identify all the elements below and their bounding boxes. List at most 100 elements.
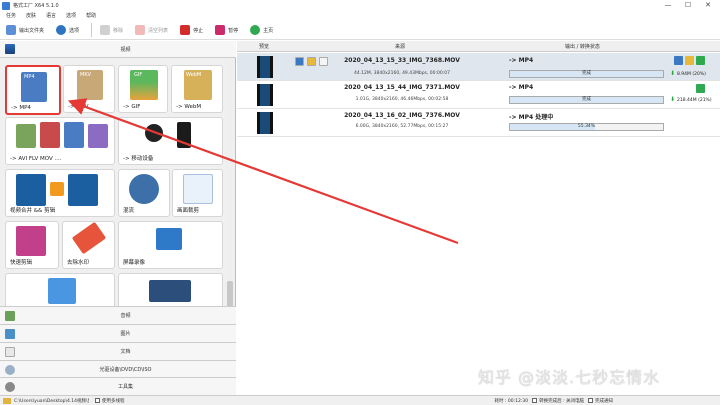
output-column-header: 输出 / 转换状态 (565, 44, 600, 50)
video-thumbnail-icon (257, 84, 273, 106)
to-mkv-tile[interactable]: MKV -> MKV (63, 65, 115, 113)
output-path: C:\Users\yuan\Desktop\4.14视频\剪辑 (14, 398, 89, 404)
shutdown-checkbox[interactable] (532, 398, 538, 403)
mobile-device-icon (145, 124, 163, 142)
toolbox-category-label: 工具集 (117, 384, 133, 390)
disc-category-label: 光驱设备\DVD\CD\ISO (99, 367, 152, 373)
disc-category[interactable]: 光驱设备\DVD\CD\ISO (0, 360, 236, 378)
progress-status: 完成 (582, 97, 591, 102)
audio-category[interactable]: 音频 (0, 306, 236, 324)
film-globe-icon (149, 280, 191, 302)
gear-icon (56, 25, 67, 35)
screen-record-label: 屏幕录像 (123, 260, 146, 266)
options-label: 选项 (69, 27, 80, 34)
home-button[interactable]: 主页 (250, 25, 273, 35)
video-category-label: 视频 (120, 46, 131, 53)
maximize-button[interactable]: ☐ (678, 0, 698, 11)
avi-file-icon (16, 124, 36, 148)
minimize-button[interactable]: — (658, 0, 678, 11)
to-gif-tile[interactable]: GIF -> GIF (118, 65, 168, 113)
menu-bar: 任务 皮肤 语言 选项 帮助 (0, 11, 720, 20)
to-mp4-tile[interactable]: MP4 -> MP4 (5, 65, 61, 115)
webm-badge: WebM (186, 72, 202, 78)
clear-list-icon (135, 25, 146, 35)
source-meta: 44.12M, 3840x2160, 49.43Mbps, 00:00:07 (354, 71, 450, 76)
menu-options[interactable]: 选项 (66, 12, 76, 19)
preview-column-header: 预览 (259, 44, 270, 50)
source-column-header: 来源 (395, 44, 406, 50)
play-icon[interactable] (696, 56, 705, 65)
function-scrollbar[interactable] (226, 61, 234, 346)
screen-record-tile[interactable]: 屏幕录像 (118, 221, 223, 269)
image-category[interactable]: 图片 (0, 324, 236, 342)
remove-button[interactable]: 移除 (100, 25, 123, 35)
folder-icon[interactable] (3, 397, 11, 404)
crop-scissors-icon (183, 174, 213, 204)
mux-tile[interactable]: 混流 (118, 169, 170, 217)
document-category[interactable]: 文档 (0, 342, 236, 360)
notify-checkbox[interactable] (587, 398, 593, 403)
to-avi-flv-mov-tile[interactable]: -> AVI FLV MOV .... (5, 117, 115, 165)
menu-skin[interactable]: 皮肤 (26, 12, 36, 19)
mp4-badge: MP4 (24, 74, 35, 80)
toolbar-divider (91, 23, 93, 37)
to-webm-label: -> WebM (176, 104, 202, 110)
clear-list-button[interactable]: 清空列表 (135, 25, 168, 35)
down-arrow-icon: ⬇ (670, 70, 676, 77)
menu-task[interactable]: 任务 (6, 12, 16, 19)
eraser-icon (71, 221, 107, 255)
crop-tile[interactable]: 画面裁剪 (172, 169, 223, 217)
gif-badge: GIF (134, 72, 143, 78)
notify-label: 完成通知 (594, 398, 613, 404)
quick-clip-tile[interactable]: 快速剪辑 (5, 221, 59, 269)
task-row[interactable]: 2020_04_13_16_02_IMG_7376.MOV 6.00G, 384… (237, 109, 720, 137)
merge-clip-tile[interactable]: 视频合并 && 剪辑 (5, 169, 115, 217)
play-icon[interactable] (696, 84, 705, 93)
pause-icon (215, 25, 226, 35)
clear-list-label: 清空列表 (148, 27, 169, 34)
video-thumbnail-icon (257, 112, 273, 134)
start-label: 暂停 (228, 27, 239, 34)
film-strip-icon (16, 174, 46, 206)
function-panel: 视频 MP4 -> MP4 MKV -> MKV GIF -> GIF WebM… (0, 41, 236, 395)
mobile-device-tile[interactable]: -> 移动设备 (118, 117, 223, 165)
start-button[interactable]: 暂停 (215, 25, 238, 35)
video-category-header[interactable]: 视频 (0, 41, 236, 58)
stop-button[interactable]: 停止 (180, 25, 203, 35)
toolbox-category[interactable]: 工具集 (0, 377, 236, 395)
quick-clip-label: 快速剪辑 (10, 260, 33, 266)
menu-help[interactable]: 帮助 (86, 12, 96, 19)
output-folder-button[interactable]: 输出文件夹 (6, 25, 44, 35)
task-row[interactable]: 2020_04_13_15_44_IMG_7371.MOV 1.01G, 384… (237, 81, 720, 109)
progress-status: 55.34% (577, 124, 596, 129)
screen-record-icon (156, 228, 182, 250)
output-format: -> MP4 处理中 (509, 114, 554, 121)
source-meta: 6.00G, 3840x2160, 52.77Mbps, 00:15:27 (355, 124, 449, 129)
task-table-header: 预览 来源 输出 / 转换状态 (237, 41, 720, 52)
mux-icon (129, 174, 159, 204)
disc-icon (5, 364, 15, 375)
plus-icon (50, 182, 64, 196)
options-button[interactable]: 选项 (56, 25, 79, 35)
app-logo-icon (2, 1, 10, 10)
close-button[interactable]: ✕ (698, 0, 718, 11)
picture-icon (5, 328, 15, 339)
task-row[interactable]: 2020_04_13_15_33_IMG_7368.MOV 44.12M, 38… (237, 53, 720, 81)
mov-file-icon (64, 122, 84, 148)
multithread-checkbox[interactable] (95, 398, 100, 403)
info-icon[interactable] (674, 56, 683, 65)
to-webm-tile[interactable]: WebM -> WebM (171, 65, 223, 113)
source-filename: 2020_04_13_15_44_IMG_7371.MOV (344, 84, 460, 91)
after-convert-label: 转换完成后 : 关闭电脑 (539, 398, 584, 404)
menu-language[interactable]: 语言 (46, 12, 56, 19)
quick-clip-icon (16, 226, 46, 256)
toolbar: 输出文件夹 选项 移除 清空列表 停止 暂停 主页 (0, 21, 720, 40)
progress-bar: 完成 (509, 96, 664, 104)
open-folder-icon[interactable] (685, 56, 694, 65)
image-category-label: 图片 (120, 331, 131, 337)
remove-watermark-tile[interactable]: 去除水印 (62, 221, 115, 269)
phone-icon (177, 122, 191, 148)
toolbox-icon (5, 381, 15, 392)
video-tools-grid: MP4 -> MP4 MKV -> MKV GIF -> GIF WebM ->… (3, 63, 225, 343)
elapsed-time: 耗时 : 00:12:30 (494, 398, 529, 404)
